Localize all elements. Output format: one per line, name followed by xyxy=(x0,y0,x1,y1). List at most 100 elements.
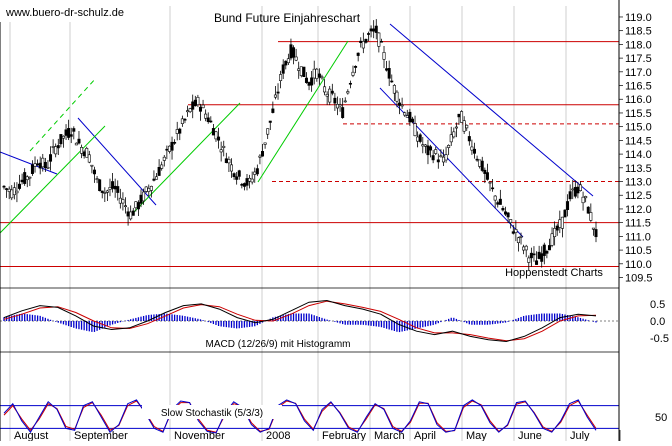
y-tick-label: 116.0 xyxy=(625,94,652,106)
price-candle xyxy=(149,185,153,191)
price-candle xyxy=(232,173,236,178)
price-candle xyxy=(302,66,306,78)
price-candle xyxy=(429,146,433,151)
price-candle xyxy=(566,201,570,210)
price-candle xyxy=(74,142,78,146)
price-candle xyxy=(323,86,327,93)
price-candle xyxy=(400,104,404,107)
price-candle xyxy=(255,168,259,175)
price-candle xyxy=(467,136,471,142)
price-candle xyxy=(540,253,544,262)
price-candle xyxy=(41,157,45,168)
price-candle xyxy=(263,142,267,145)
price-candle xyxy=(209,120,213,123)
price-candle xyxy=(447,144,451,148)
price-candle xyxy=(465,124,469,129)
price-candle xyxy=(532,253,536,256)
price-candle xyxy=(116,186,120,193)
price-candle xyxy=(364,38,368,43)
price-candle xyxy=(330,90,334,94)
price-candle xyxy=(279,74,283,81)
price-candle xyxy=(111,181,115,189)
price-candle xyxy=(126,211,130,217)
price-candle xyxy=(529,252,533,259)
price-candle xyxy=(560,216,564,229)
price-candle xyxy=(496,202,500,205)
price-candle xyxy=(36,163,40,166)
price-candle xyxy=(268,120,272,123)
price-candle xyxy=(472,148,476,154)
price-candle xyxy=(61,135,65,139)
price-candle xyxy=(581,196,585,204)
price-candle xyxy=(54,146,58,155)
price-candle xyxy=(237,170,241,177)
stochastic-title: Slow Stochastik (5/3/3) xyxy=(161,408,263,419)
price-candle xyxy=(462,120,466,132)
x-tick-label: April xyxy=(414,430,436,441)
price-candle xyxy=(379,40,383,43)
price-candle xyxy=(387,68,391,79)
price-candle xyxy=(25,176,29,181)
price-candle xyxy=(348,82,352,85)
price-candle xyxy=(377,32,381,47)
y-tick-label: 115.5 xyxy=(625,108,652,120)
price-candle xyxy=(483,169,487,174)
price-candle xyxy=(103,192,107,194)
price-candle xyxy=(297,68,301,71)
price-candle xyxy=(33,163,37,167)
y-tick-label: 109.5 xyxy=(625,273,653,285)
price-candle xyxy=(23,172,27,184)
price-candle xyxy=(289,44,293,59)
price-candle xyxy=(214,131,218,140)
price-candle xyxy=(304,77,308,83)
price-candle xyxy=(217,136,221,141)
price-candle xyxy=(524,245,528,251)
price-candle xyxy=(100,190,104,193)
price-candle xyxy=(392,85,396,94)
price-candle xyxy=(413,123,417,137)
price-candle xyxy=(136,202,140,210)
price-candle xyxy=(410,118,414,123)
price-candle xyxy=(261,151,265,157)
price-candle xyxy=(576,186,580,194)
watermark-text: www.buero-dr-schulz.de xyxy=(5,7,124,19)
price-candle xyxy=(18,183,22,189)
x-tick-label: March xyxy=(374,430,405,441)
price-candle xyxy=(186,110,190,113)
price-candle xyxy=(173,141,177,144)
price-candle xyxy=(535,260,539,265)
price-candle xyxy=(325,93,329,97)
price-candle xyxy=(504,211,508,215)
price-candle xyxy=(584,196,588,199)
price-candle xyxy=(374,25,378,33)
y-tick-label: 112.0 xyxy=(625,204,652,216)
price-candle xyxy=(343,100,347,103)
macd-y-tick-label: 0.0 xyxy=(650,316,665,328)
price-candle xyxy=(281,64,285,74)
price-candle xyxy=(555,225,559,231)
price-candle xyxy=(408,111,412,123)
price-candle xyxy=(59,134,63,145)
price-candle xyxy=(594,229,598,238)
price-candle xyxy=(180,118,184,124)
price-candle xyxy=(229,164,233,172)
price-candle xyxy=(423,144,427,147)
price-candle xyxy=(491,187,495,190)
price-candle xyxy=(457,113,461,118)
price-candle xyxy=(586,206,590,214)
price-candle xyxy=(418,134,422,142)
x-tick-label: November xyxy=(174,430,225,441)
price-candle xyxy=(129,211,133,220)
price-candle xyxy=(222,145,226,148)
price-candle xyxy=(506,212,510,218)
price-candle xyxy=(242,183,246,187)
price-candle xyxy=(361,41,365,49)
price-candle xyxy=(105,190,109,193)
price-candle xyxy=(198,106,202,112)
price-candle xyxy=(527,257,531,263)
price-candle xyxy=(43,161,47,169)
price-candle xyxy=(286,58,290,64)
price-candle xyxy=(284,60,288,66)
price-candle xyxy=(395,91,399,102)
price-candle xyxy=(77,138,81,144)
